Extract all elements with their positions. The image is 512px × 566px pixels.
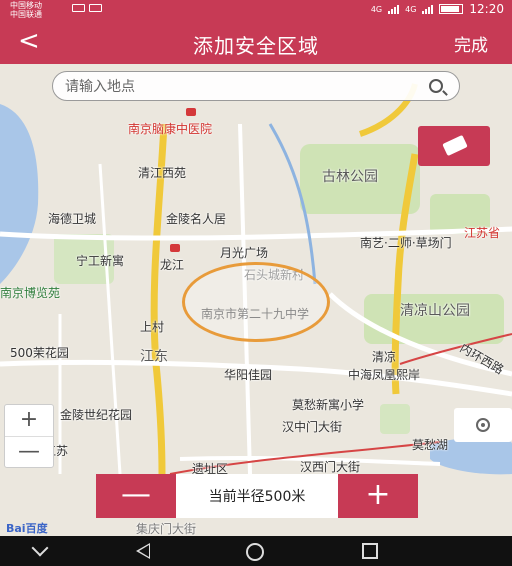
mail-icon — [72, 4, 85, 12]
system-nav-bar — [0, 536, 512, 566]
hide-keyboard-icon[interactable] — [31, 539, 49, 557]
map-label: 宁工新寓 — [76, 254, 125, 268]
signal-icon — [388, 4, 400, 14]
increase-radius-button[interactable]: + — [338, 474, 418, 518]
clock: 12:20 — [469, 2, 504, 16]
search-input[interactable] — [65, 76, 415, 98]
home-icon[interactable] — [246, 543, 264, 561]
signal-icon-2 — [422, 4, 434, 14]
status-bar: 中国移动 中国联通 4G 4G 12:20 — [0, 0, 512, 20]
map-label: 集庆门大街 — [136, 522, 197, 536]
map-label: 龙江 — [160, 258, 185, 272]
zoom-in-button[interactable]: + — [5, 405, 53, 437]
map-label: 月光广场 — [220, 246, 269, 260]
search-box[interactable] — [52, 71, 460, 101]
map-label: 清凉山公园 — [400, 303, 470, 319]
decrease-radius-button[interactable]: — — [96, 474, 176, 518]
page-title: 添加安全区域 — [193, 34, 319, 58]
locate-icon — [476, 418, 490, 432]
battery-icon — [439, 4, 464, 14]
map-label: 金陵名人居 — [166, 212, 227, 226]
eraser-icon — [442, 134, 468, 157]
map-label: 南京脑康中医院 — [128, 122, 213, 136]
search-icon[interactable] — [429, 79, 443, 93]
map-label: 莫愁湖 — [412, 438, 449, 452]
zoom-control: + — — [4, 404, 54, 468]
recent-apps-icon[interactable] — [362, 543, 378, 559]
map-label: 汉西门大街 — [300, 460, 361, 474]
metro-icon — [170, 244, 180, 252]
map-label: 海德卫城 — [48, 212, 97, 226]
map-label: 古林公园 — [322, 169, 378, 185]
back-nav-icon[interactable] — [136, 543, 150, 559]
map-label: 莫愁新寓小学 — [292, 398, 365, 412]
notification-icons — [72, 4, 102, 12]
map-view[interactable]: 南京脑康中医院 清江西苑 古林公园 海德卫城 金陵名人居 江苏省 月光广场 南艺… — [0, 64, 512, 536]
status-right: 4G 4G 12:20 — [371, 2, 504, 16]
carrier-2: 中国联通 — [10, 10, 42, 19]
map-label: 江东 — [140, 349, 168, 365]
zone-center-label: 南京市第二十九中学 — [200, 307, 309, 321]
done-button[interactable]: 完成 — [454, 31, 488, 56]
hospital-icon — [186, 108, 196, 116]
map-label: 南京博览苑 — [0, 286, 61, 300]
map-label: 江苏省 — [464, 226, 501, 240]
map-label: 清江西苑 — [138, 166, 187, 180]
baidu-logo: Bai百度 — [6, 522, 48, 535]
carrier-info: 中国移动 中国联通 — [10, 1, 42, 19]
map-label: 上村 — [140, 320, 165, 334]
app-header: < 添加安全区域 完成 — [0, 20, 512, 64]
safe-zone-circle[interactable] — [182, 262, 330, 342]
network-2: 4G — [405, 4, 417, 14]
zoom-out-button[interactable]: — — [5, 437, 53, 469]
map-label: 金陵世纪花园 — [60, 408, 133, 422]
map-label: 华阳佳园 — [224, 368, 273, 382]
eraser-button[interactable] — [418, 126, 490, 166]
carrier-1: 中国移动 — [10, 1, 42, 10]
radius-control: — 当前半径500米 + — [96, 474, 418, 518]
radius-text: 当前半径500米 — [208, 489, 306, 505]
network-1: 4G — [370, 4, 383, 14]
map-label: 南艺·二师·草场门 — [360, 236, 452, 250]
map-label: 清凉 — [372, 350, 397, 364]
map-label: 500茉花园 — [10, 346, 69, 360]
map-label: 中海凤凰熙岸 — [348, 368, 421, 382]
locate-button[interactable] — [454, 408, 512, 442]
map-label: 汉中门大街 — [282, 420, 343, 434]
message-icon — [89, 4, 102, 12]
